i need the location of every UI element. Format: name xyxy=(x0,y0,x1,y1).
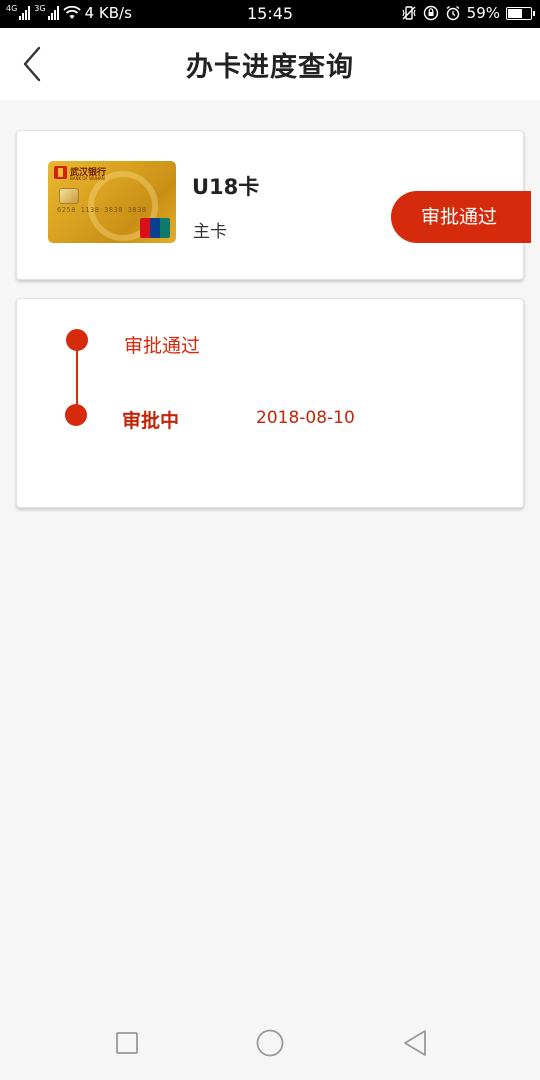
vibrate-icon xyxy=(402,6,416,20)
timeline-step-date: 2018-08-10 xyxy=(256,408,355,428)
home-button[interactable] xyxy=(255,1028,285,1058)
screen: 4G 3G 4 KB/s 15:45 59% 办卡进度查询 武汉银行 BANK … xyxy=(0,0,540,1080)
timeline-dot xyxy=(66,329,88,351)
alarm-icon xyxy=(446,5,460,21)
app-header: 办卡进度查询 xyxy=(0,28,540,100)
page-title: 办卡进度查询 xyxy=(186,52,354,83)
progress-panel: 审批通过 审批中 2018-08-10 xyxy=(16,298,524,508)
status-bar-right: 59% xyxy=(401,4,535,22)
bank-logo-icon xyxy=(54,166,67,179)
card-bank-sub: BANK OF WUHAN xyxy=(70,176,105,181)
timeline-step-label: 审批中 xyxy=(122,410,180,432)
card-info-panel[interactable]: 武汉银行 BANK OF WUHAN 6258 1138 3838 3838 U… xyxy=(16,130,531,280)
triangle-back-icon xyxy=(404,1030,426,1056)
rotation-lock-icon xyxy=(423,5,438,21)
credit-card-image: 武汉银行 BANK OF WUHAN 6258 1138 3838 3838 xyxy=(48,161,176,243)
status-bar: 4G 3G 4 KB/s 15:45 59% xyxy=(0,0,540,28)
unionpay-logo-icon xyxy=(140,218,170,238)
card-chip-icon xyxy=(59,188,79,204)
timeline-step-label: 审批通过 xyxy=(124,335,201,357)
card-type: 主卡 xyxy=(193,222,227,242)
card-number: 6258 1138 3838 3838 xyxy=(57,206,147,214)
nav-back-button[interactable] xyxy=(400,1028,430,1058)
circle-icon xyxy=(256,1029,284,1057)
square-icon xyxy=(116,1032,138,1054)
battery-percent: 59% xyxy=(466,4,500,22)
system-nav-bar xyxy=(0,1008,540,1080)
recent-apps-button[interactable] xyxy=(112,1028,142,1058)
timeline-dot xyxy=(65,404,87,426)
status-badge: 审批通过 xyxy=(391,191,531,243)
card-name: U18卡 xyxy=(192,175,260,199)
battery-icon xyxy=(506,6,535,20)
